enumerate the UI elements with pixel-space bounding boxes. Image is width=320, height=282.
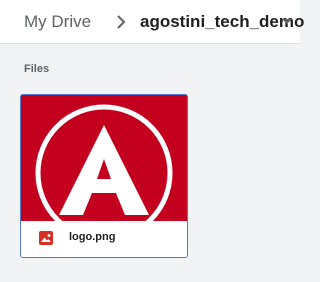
file-card-logo[interactable]: logo.png: [20, 94, 188, 258]
file-thumbnail: [21, 95, 187, 221]
top-bar: My Drive agostini_tech_demo: [0, 0, 304, 44]
image-file-icon: [39, 231, 53, 245]
file-name: logo.png: [69, 231, 116, 243]
arrow-drop-down-icon[interactable]: [282, 19, 292, 24]
angular-logo-thumbnail: [21, 95, 187, 221]
breadcrumb-current-folder[interactable]: agostini_tech_demo: [140, 12, 304, 32]
breadcrumb-my-drive[interactable]: My Drive: [24, 12, 91, 32]
chevron-right-icon: [114, 14, 128, 30]
files-section-label: Files: [24, 63, 50, 75]
file-meta-row: logo.png: [21, 221, 187, 257]
